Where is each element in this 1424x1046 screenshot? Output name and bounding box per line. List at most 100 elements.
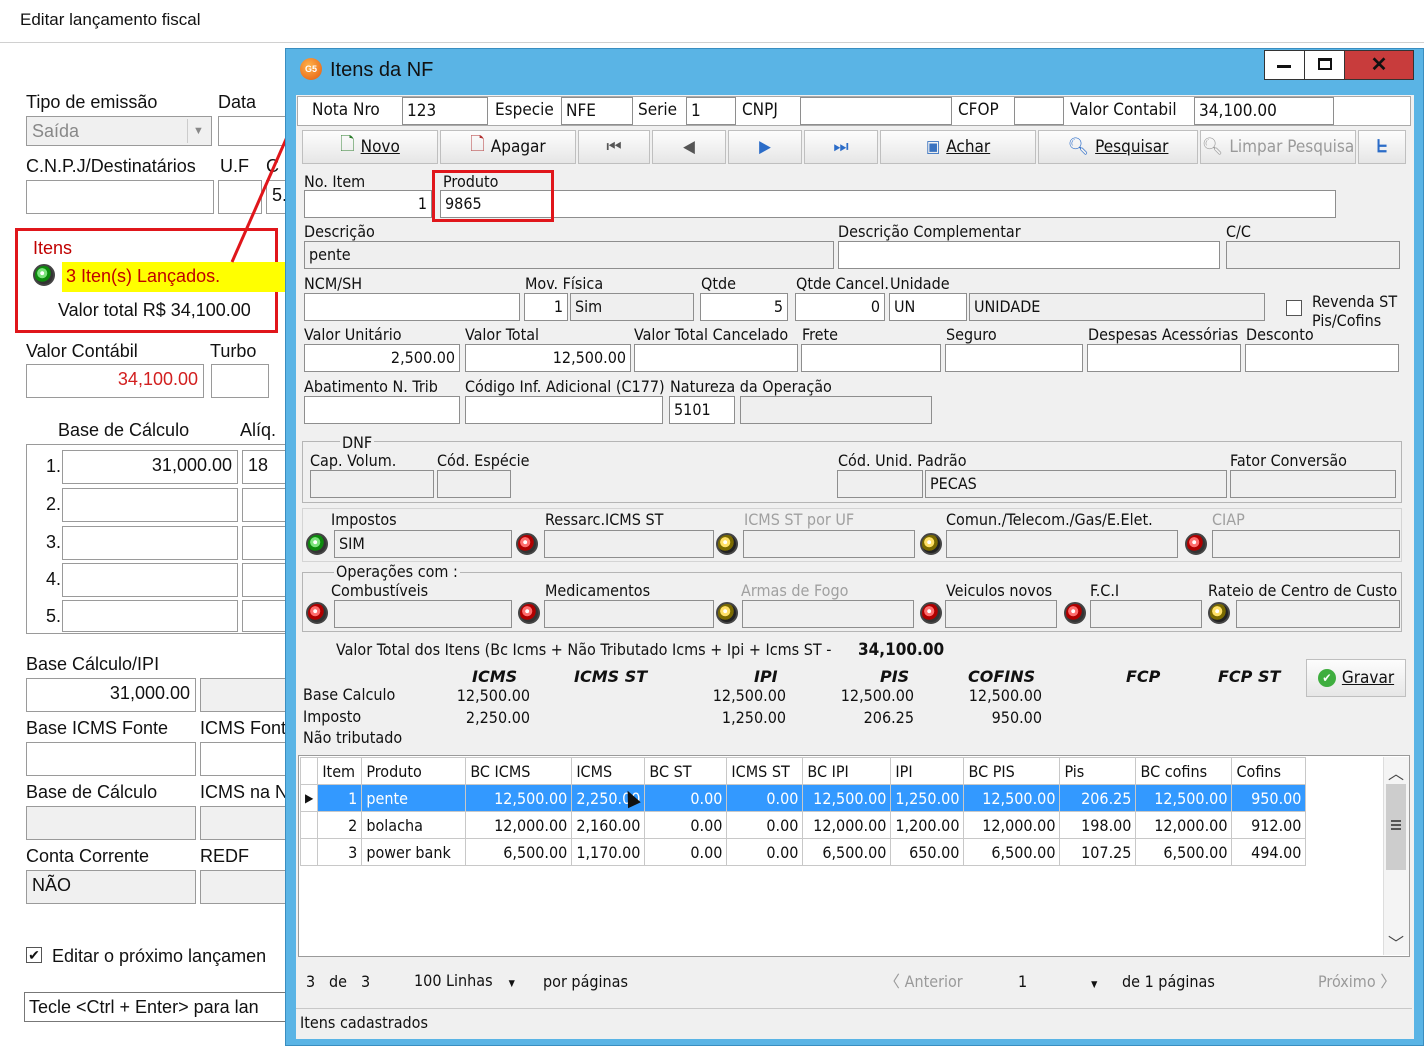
achar-button[interactable]: ▣ Achar	[880, 130, 1036, 164]
cfop-field[interactable]	[1014, 97, 1064, 125]
serie-value: 1	[691, 101, 701, 121]
novo-button[interactable]: 🗋 Novo	[302, 130, 438, 164]
revenda-checkbox[interactable]	[1286, 300, 1302, 316]
column-header[interactable]: ICMS ST	[726, 757, 804, 785]
scroll-down-icon[interactable]: ﹀	[1383, 930, 1409, 953]
natureza-field[interactable]: 5101	[669, 396, 735, 424]
previous-record-button[interactable]: ◀	[652, 130, 726, 164]
last-record-button[interactable]: ⏭	[804, 130, 878, 164]
valor-total-cancel-field[interactable]	[634, 344, 798, 372]
totals-header-icms-st: ICMS ST	[574, 667, 648, 686]
qtde-field[interactable]: 5	[700, 293, 788, 321]
abatimento-field[interactable]	[304, 396, 460, 424]
linhas-select[interactable]: 100 Linhas ▼	[414, 972, 515, 993]
column-header[interactable]: ICMS	[571, 757, 646, 785]
column-header[interactable]: Produto	[361, 757, 467, 785]
rateio-status-icon[interactable]	[1208, 602, 1230, 624]
qtde-cancel-field[interactable]: 0	[795, 293, 885, 321]
cell-icms: 2,160.00	[571, 811, 646, 839]
cap-volum-field[interactable]	[310, 470, 434, 498]
icms-st-uf-status-icon[interactable]	[716, 533, 738, 555]
rateio-field[interactable]	[1236, 600, 1400, 628]
armas-status-icon[interactable]	[716, 602, 738, 624]
cnpj-header-field[interactable]	[800, 97, 952, 125]
nota-field[interactable]: 123	[402, 97, 488, 125]
column-header[interactable]: Cofins	[1231, 757, 1307, 785]
ciap-field[interactable]	[1212, 530, 1400, 558]
column-header[interactable]: BC ST	[644, 757, 728, 785]
frete-field[interactable]	[801, 344, 941, 372]
column-header[interactable]: BC IPI	[802, 757, 892, 785]
mov-fisica-num-field[interactable]: 1	[524, 293, 568, 321]
unidade-desc-field[interactable]: UNIDADE	[969, 293, 1265, 321]
ressarc-field[interactable]	[544, 530, 714, 558]
valor-contabil-header-field[interactable]: 34,100.00	[1194, 97, 1334, 125]
layout-button[interactable]: ᖶ	[1358, 130, 1406, 164]
column-header[interactable]: Item	[317, 757, 363, 785]
seguro-field[interactable]	[945, 344, 1083, 372]
comun-status-icon[interactable]	[920, 533, 942, 555]
cc-field[interactable]	[1226, 241, 1400, 269]
cod-unid-field[interactable]: PECAS	[925, 470, 1227, 498]
combustiveis-field[interactable]	[334, 600, 512, 628]
icms-st-uf-field[interactable]	[743, 530, 915, 558]
desc-compl-field[interactable]	[838, 241, 1220, 269]
cell-pis: 198.00	[1059, 811, 1137, 839]
table-row[interactable]: 2 bolacha 12,000.00 2,160.00 0.00 0.00 1…	[299, 811, 1307, 839]
column-header[interactable]: BC PIS	[963, 757, 1061, 785]
pesquisar-button[interactable]: 🔍︎ Pesquisar	[1038, 130, 1198, 164]
serie-field[interactable]: 1	[686, 97, 736, 125]
scroll-thumb[interactable]	[1386, 784, 1406, 870]
produto-field[interactable]: 9865	[440, 190, 1336, 218]
limpar-pesquisa-button[interactable]: 🔍︎ Limpar Pesquisa	[1200, 130, 1356, 164]
fci-status-icon[interactable]	[1064, 602, 1086, 624]
scroll-up-icon[interactable]: ︿	[1383, 760, 1409, 783]
combustiveis-status-icon[interactable]	[306, 602, 328, 624]
cod-especie-field[interactable]	[437, 470, 511, 498]
column-header[interactable]: BC ICMS	[465, 757, 573, 785]
page-select[interactable]: 1 ▼	[1018, 973, 1097, 994]
fci-field[interactable]	[1090, 600, 1202, 628]
mov-fisica-num-value: 1	[553, 297, 563, 316]
valor-unit-field[interactable]: 2,500.00	[304, 344, 460, 372]
impostos-field[interactable]: SIM	[334, 530, 512, 558]
minimize-button[interactable]	[1264, 50, 1304, 80]
unidade-code-field[interactable]: UN	[889, 293, 967, 321]
no-item-field[interactable]: 1	[304, 190, 432, 218]
table-row[interactable]: ▶ 1 pente 12,500.00 2,250.00 0.00 0.00 1…	[299, 784, 1307, 812]
despesas-field[interactable]	[1087, 344, 1241, 372]
valor-total-field[interactable]: 12,500.00	[465, 344, 631, 372]
ncm-field[interactable]	[304, 293, 520, 321]
column-header[interactable]: BC cofins	[1135, 757, 1233, 785]
medicamentos-field[interactable]	[544, 600, 714, 628]
cod-inf-field[interactable]	[465, 396, 663, 424]
apagar-button[interactable]: 🗋 Apagar	[440, 130, 576, 164]
gravar-button[interactable]: ✔ Gravar	[1306, 659, 1406, 697]
veiculos-status-icon[interactable]	[920, 602, 942, 624]
armas-field[interactable]	[742, 600, 914, 628]
anterior-button[interactable]: 〈 Anterior	[884, 973, 963, 991]
first-record-button[interactable]: ⏮	[578, 130, 650, 164]
close-button[interactable]: ✕	[1344, 50, 1414, 80]
total-imposto-icms: 2,250.00	[465, 708, 530, 727]
cell-bc-st: 0.00	[644, 811, 728, 839]
next-record-button[interactable]: ▶	[728, 130, 802, 164]
ciap-status-icon[interactable]	[1185, 533, 1207, 555]
table-row[interactable]: 3 power bank 6,500.00 1,170.00 0.00 0.00…	[299, 838, 1307, 866]
medicamentos-status-icon[interactable]	[518, 602, 540, 624]
maximize-button[interactable]	[1304, 50, 1344, 80]
descricao-field[interactable]: pente	[304, 241, 834, 269]
impostos-status-icon[interactable]	[306, 533, 328, 555]
desconto-field[interactable]	[1245, 344, 1399, 372]
column-header[interactable]: IPI	[890, 757, 965, 785]
ressarc-status-icon[interactable]	[516, 533, 538, 555]
veiculos-field[interactable]	[945, 600, 1057, 628]
comun-field[interactable]	[946, 530, 1178, 558]
mov-fisica-field[interactable]: Sim	[570, 293, 694, 321]
proximo-button[interactable]: Próximo 〉	[1318, 973, 1396, 991]
cod-unid-code-field[interactable]	[837, 470, 923, 498]
column-header[interactable]: Pis	[1059, 757, 1137, 785]
fator-field[interactable]	[1230, 470, 1396, 498]
natureza-desc-field[interactable]	[740, 396, 932, 424]
especie-field[interactable]: NFE	[561, 97, 633, 125]
